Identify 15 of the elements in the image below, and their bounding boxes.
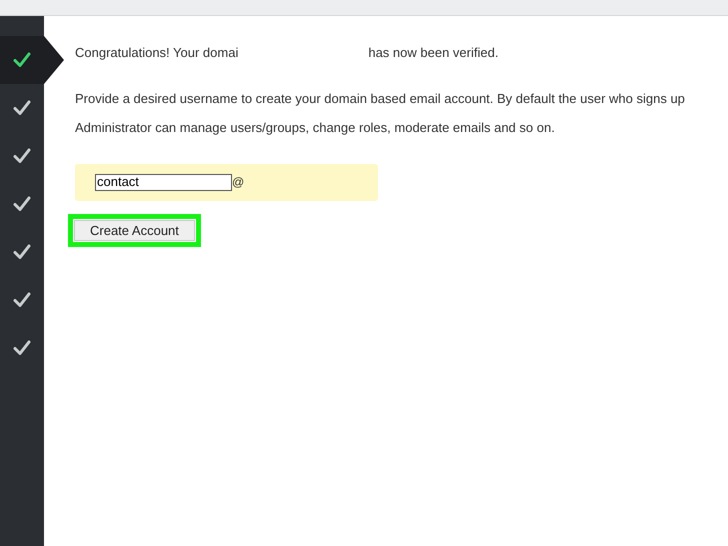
checkmark-icon bbox=[13, 244, 31, 260]
description-text: Administrator can manage users/groups, change roles, moderate emails and so on. bbox=[75, 119, 556, 137]
verified-message-end: has now been verified. bbox=[368, 44, 498, 62]
description-text: Provide a desired username to create your domain based email account. By default the user who signs up bbox=[75, 90, 686, 108]
checkmark-icon bbox=[13, 292, 31, 308]
verified-message: Congratulations! Your domai bbox=[75, 44, 238, 62]
username-field[interactable]: contact bbox=[95, 174, 232, 190]
checkmark-icon bbox=[13, 340, 31, 356]
at-sign: @ bbox=[232, 174, 244, 191]
checkmark-icon bbox=[13, 148, 31, 164]
checkmark-icon bbox=[13, 196, 31, 212]
checkmark-icon bbox=[13, 100, 31, 116]
checkmark-icon bbox=[13, 52, 31, 68]
create-account-button[interactable]: Create Account bbox=[74, 220, 195, 240]
step-item[interactable] bbox=[0, 36, 64, 84]
